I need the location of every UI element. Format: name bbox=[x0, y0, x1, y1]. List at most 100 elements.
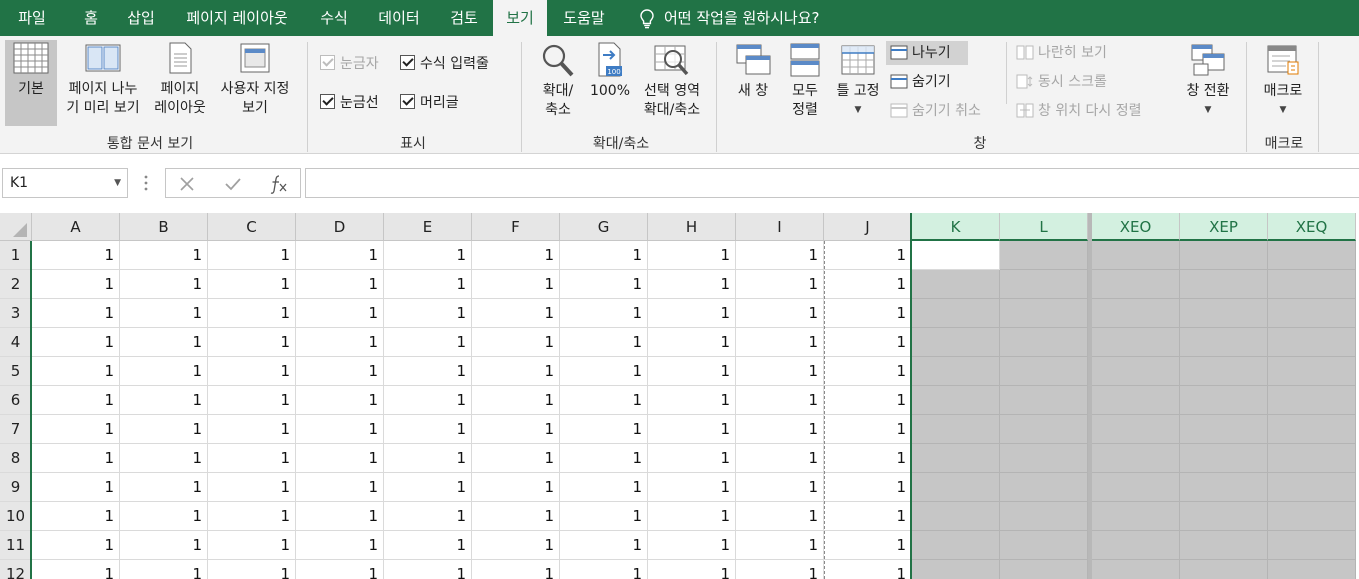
cell[interactable] bbox=[1092, 357, 1180, 386]
cell[interactable] bbox=[1092, 502, 1180, 531]
cell[interactable]: 1 bbox=[560, 328, 648, 357]
cell[interactable]: 1 bbox=[296, 328, 384, 357]
cell[interactable]: 1 bbox=[824, 415, 912, 444]
column-header[interactable]: L bbox=[1000, 213, 1088, 241]
cell[interactable]: 1 bbox=[384, 386, 472, 415]
select-all-corner[interactable] bbox=[0, 213, 32, 241]
arrange-all-button[interactable]: 모두 정렬 bbox=[782, 42, 828, 128]
cell[interactable]: 1 bbox=[472, 241, 560, 270]
cell[interactable]: 1 bbox=[472, 357, 560, 386]
cell[interactable] bbox=[1268, 270, 1356, 299]
zoom-button[interactable]: 확대/ 축소 bbox=[532, 42, 584, 128]
cell[interactable]: 1 bbox=[648, 560, 736, 579]
cell[interactable]: 1 bbox=[208, 270, 296, 299]
cell[interactable]: 1 bbox=[824, 299, 912, 328]
split-button[interactable]: 나누기 bbox=[886, 41, 968, 65]
cell[interactable] bbox=[912, 415, 1000, 444]
cell[interactable]: 1 bbox=[648, 415, 736, 444]
cell[interactable] bbox=[912, 560, 1000, 579]
cell[interactable] bbox=[1000, 560, 1088, 579]
tab-view[interactable]: 보기 bbox=[493, 0, 547, 36]
cell[interactable] bbox=[1092, 328, 1180, 357]
cell[interactable]: 1 bbox=[560, 415, 648, 444]
row-header[interactable]: 12 bbox=[0, 560, 32, 579]
headings-checkbox[interactable]: 머리글 bbox=[400, 93, 459, 113]
cell[interactable]: 1 bbox=[560, 357, 648, 386]
cell[interactable]: 1 bbox=[120, 270, 208, 299]
tab-review[interactable]: 검토 bbox=[438, 0, 490, 36]
cell[interactable]: 1 bbox=[32, 357, 120, 386]
cell[interactable] bbox=[1000, 328, 1088, 357]
cell[interactable]: 1 bbox=[560, 444, 648, 473]
cell[interactable]: 1 bbox=[384, 328, 472, 357]
cell[interactable]: 1 bbox=[32, 270, 120, 299]
cell[interactable]: 1 bbox=[824, 502, 912, 531]
normal-view-button[interactable]: 기본 bbox=[5, 40, 57, 126]
cell[interactable] bbox=[1180, 241, 1268, 270]
cell[interactable]: 1 bbox=[472, 502, 560, 531]
cell[interactable]: 1 bbox=[384, 357, 472, 386]
cell[interactable] bbox=[1000, 241, 1088, 270]
cell[interactable]: 1 bbox=[472, 270, 560, 299]
cell[interactable]: 1 bbox=[824, 386, 912, 415]
cell[interactable]: 1 bbox=[648, 502, 736, 531]
tell-me-search[interactable]: 어떤 작업을 원하시나요? bbox=[640, 0, 820, 36]
cell[interactable] bbox=[912, 444, 1000, 473]
cell[interactable]: 1 bbox=[824, 270, 912, 299]
cell[interactable]: 1 bbox=[384, 473, 472, 502]
cell[interactable] bbox=[1268, 531, 1356, 560]
chevron-down-icon[interactable]: ▼ bbox=[114, 169, 121, 197]
cell[interactable] bbox=[1268, 357, 1356, 386]
cell[interactable] bbox=[1000, 473, 1088, 502]
cell[interactable]: 1 bbox=[384, 299, 472, 328]
cell[interactable] bbox=[1092, 241, 1180, 270]
cell[interactable]: 1 bbox=[648, 531, 736, 560]
formula-input[interactable] bbox=[305, 168, 1359, 198]
active-cell[interactable] bbox=[912, 241, 1000, 270]
cell[interactable]: 1 bbox=[648, 444, 736, 473]
tab-formulas[interactable]: 수식 bbox=[308, 0, 360, 36]
cell[interactable]: 1 bbox=[120, 444, 208, 473]
cell[interactable] bbox=[1268, 473, 1356, 502]
cell[interactable]: 1 bbox=[208, 531, 296, 560]
cell[interactable]: 1 bbox=[208, 444, 296, 473]
cell[interactable]: 1 bbox=[736, 560, 824, 579]
cell[interactable]: 1 bbox=[736, 473, 824, 502]
gridlines-checkbox[interactable]: 눈금선 bbox=[320, 93, 379, 113]
cell[interactable]: 1 bbox=[736, 328, 824, 357]
zoom-to-selection-button[interactable]: 선택 영역 확대/축소 bbox=[636, 42, 708, 128]
custom-views-button[interactable]: 사용자 지정 보기 bbox=[212, 40, 298, 126]
cell[interactable]: 1 bbox=[648, 473, 736, 502]
unhide-button[interactable]: 숨기기 취소 bbox=[886, 99, 981, 123]
row-header[interactable]: 11 bbox=[0, 531, 32, 560]
cell[interactable]: 1 bbox=[120, 473, 208, 502]
cell[interactable]: 1 bbox=[472, 473, 560, 502]
cell[interactable]: 1 bbox=[32, 415, 120, 444]
column-header[interactable]: B bbox=[120, 213, 208, 241]
cell[interactable] bbox=[912, 270, 1000, 299]
switch-windows-button[interactable]: 창 전환 ▼ bbox=[1180, 42, 1236, 128]
cell[interactable] bbox=[1268, 502, 1356, 531]
cell[interactable]: 1 bbox=[32, 328, 120, 357]
cell[interactable]: 1 bbox=[296, 270, 384, 299]
view-side-by-side-button[interactable]: 나란히 보기 bbox=[1016, 41, 1107, 65]
cell[interactable] bbox=[912, 473, 1000, 502]
row-header[interactable]: 1 bbox=[0, 241, 32, 270]
hide-button[interactable]: 숨기기 bbox=[886, 70, 951, 94]
cell[interactable]: 1 bbox=[32, 299, 120, 328]
ruler-checkbox[interactable]: 눈금자 bbox=[320, 54, 379, 74]
cell[interactable]: 1 bbox=[648, 328, 736, 357]
cell[interactable]: 1 bbox=[560, 270, 648, 299]
cell[interactable] bbox=[1000, 415, 1088, 444]
synchronous-scrolling-button[interactable]: 동시 스크롤 bbox=[1016, 70, 1107, 94]
cell[interactable]: 1 bbox=[384, 560, 472, 579]
cell[interactable]: 1 bbox=[296, 415, 384, 444]
cell[interactable]: 1 bbox=[648, 241, 736, 270]
cell[interactable]: 1 bbox=[32, 473, 120, 502]
cell[interactable]: 1 bbox=[472, 444, 560, 473]
cell[interactable] bbox=[1000, 357, 1088, 386]
cell[interactable] bbox=[912, 357, 1000, 386]
cell[interactable]: 1 bbox=[560, 299, 648, 328]
cell[interactable] bbox=[1092, 473, 1180, 502]
cell[interactable]: 1 bbox=[120, 357, 208, 386]
